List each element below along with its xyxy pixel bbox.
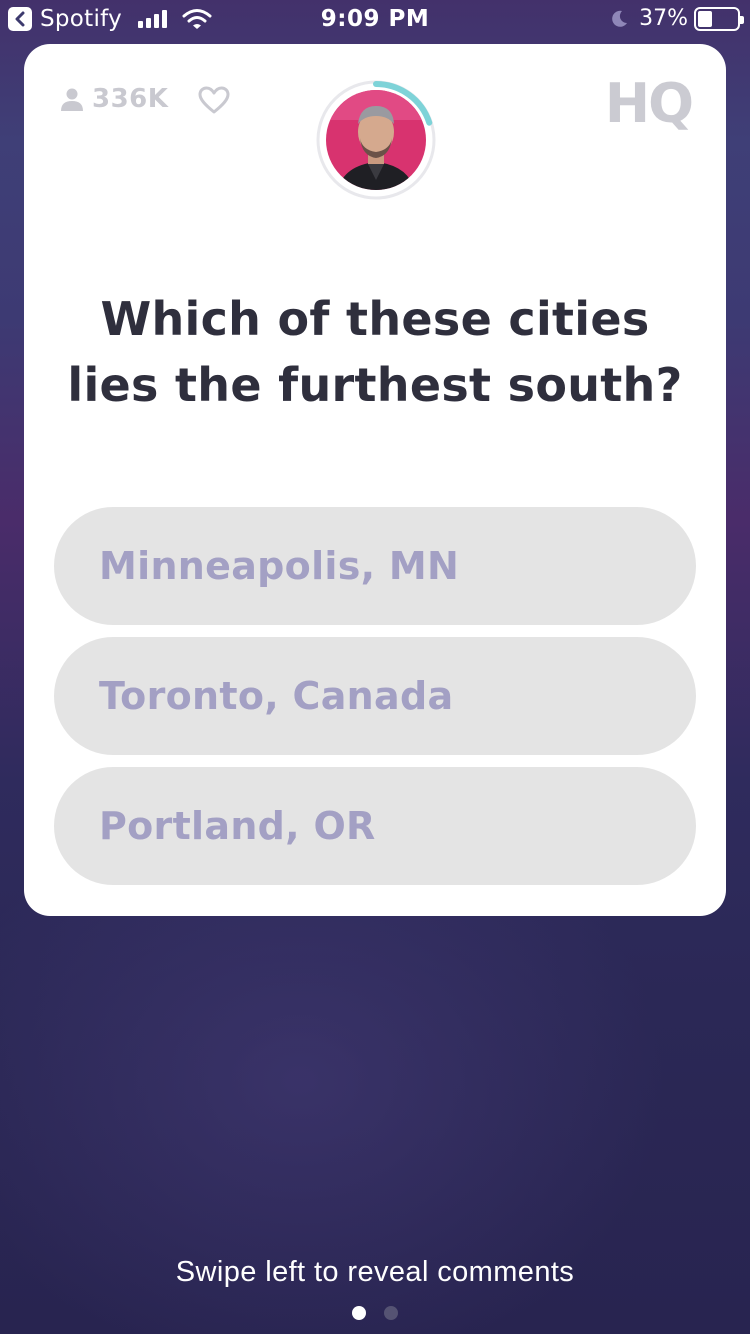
page-dot-2[interactable]	[384, 1306, 398, 1320]
battery-nub	[740, 15, 744, 24]
hq-logo: HQ	[604, 72, 694, 135]
host-avatar	[316, 80, 436, 200]
battery-percent: 37%	[639, 6, 688, 31]
battery-level	[698, 10, 712, 27]
viewer-count-group: 336K	[60, 84, 168, 114]
status-right: 37%	[609, 6, 744, 31]
viewer-count: 336K	[92, 84, 169, 114]
answer-option-2[interactable]: Toronto, Canada	[54, 637, 696, 755]
heart-icon[interactable]	[198, 86, 230, 114]
battery-icon	[694, 6, 744, 31]
question-text: Which of these cities lies the furthest …	[67, 292, 683, 412]
moon-icon	[612, 10, 628, 27]
answer-option-3[interactable]: Portland, OR	[54, 767, 696, 885]
status-bar: Spotify 9:09 PM 37%	[0, 0, 750, 42]
swipe-hint: Swipe left to reveal comments	[175, 1256, 575, 1288]
page-indicator[interactable]	[0, 1306, 750, 1320]
answer-option-1[interactable]: Minneapolis, MN	[54, 507, 696, 625]
question-card: 336K HQ Which of these cities lies the f…	[24, 44, 726, 916]
person-icon	[61, 88, 83, 111]
page-dot-1[interactable]	[352, 1306, 366, 1320]
